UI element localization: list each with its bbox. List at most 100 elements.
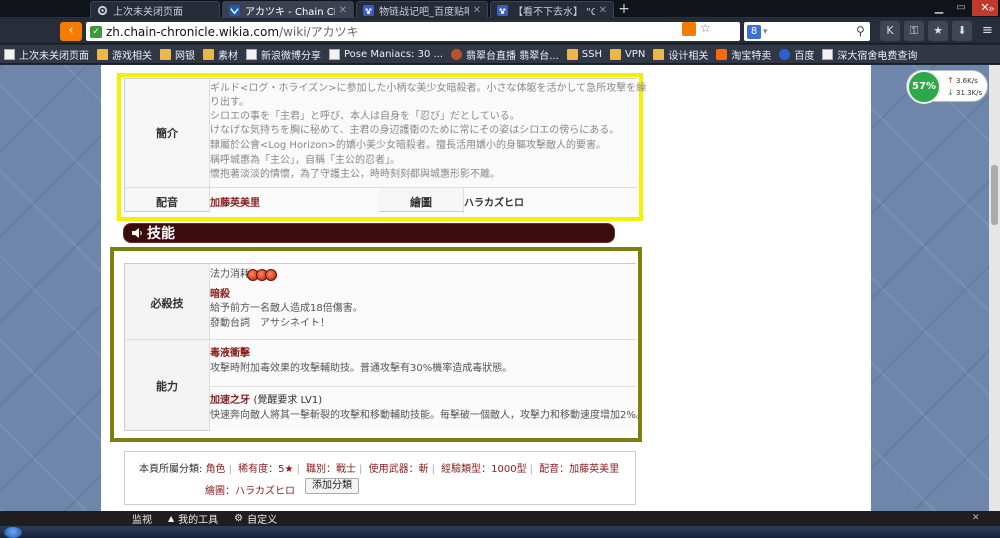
mana-cost-label: 法力消耗 xyxy=(210,269,250,280)
special-skill-desc: 給予前方一名敵人造成18倍傷害。 xyxy=(210,303,363,314)
voice-actor-link[interactable]: 加藤英美里 xyxy=(210,194,260,209)
search-engine-icon[interactable]: 8 xyxy=(747,24,761,39)
new-tab-button[interactable]: + xyxy=(617,2,631,16)
folder-icon xyxy=(653,48,665,60)
tieba-icon xyxy=(363,4,374,16)
bookmark-label: 百度 xyxy=(794,50,815,62)
voice-cell: 加藤英美里 xyxy=(209,188,379,213)
close-icon[interactable]: ✕ xyxy=(599,5,607,16)
toolbar-label: 自定义 xyxy=(247,515,278,526)
mana-cost-row: 法力消耗 xyxy=(210,268,277,281)
check-icon: ✓ xyxy=(90,25,102,38)
speaker-icon xyxy=(132,228,142,238)
folder-icon xyxy=(566,48,578,60)
minimize-button[interactable]: ▁ xyxy=(930,1,948,15)
art-label: 繪圖 xyxy=(410,196,432,209)
illustrator-name: ハラカズヒロ xyxy=(464,198,524,209)
extension-k-icon[interactable]: K xyxy=(880,21,900,41)
bookmark-item[interactable]: 设计相关 xyxy=(653,47,708,62)
start-button[interactable] xyxy=(4,527,22,538)
tab-label: 上次未关闭页面 xyxy=(113,6,183,18)
bookmark-label: 深大宿舍电费查询 xyxy=(837,50,918,62)
search-icon[interactable]: ⚲ xyxy=(856,24,865,38)
star-icon[interactable]: ★ xyxy=(928,21,948,41)
wikia-icon xyxy=(229,4,240,16)
intro-line: けなげな気持ちを胸に秘めて、主君の身辺護衛のために常にその姿はシロエの傍らにある… xyxy=(210,125,620,136)
bookmark-item[interactable]: 游戏相关 xyxy=(97,47,152,62)
tab-tieba[interactable]: 物链战记吧_百度贴吧 ✕ xyxy=(356,1,488,18)
upload-speed-value: 3.6K/s xyxy=(956,76,978,85)
folder-icon xyxy=(609,48,621,60)
scrollbar-thumb[interactable] xyxy=(991,165,998,225)
category-link[interactable]: 繪圖：ハラカズヒロ xyxy=(205,482,295,497)
bookmark-item[interactable]: 翡翠台直播 翡翠台... xyxy=(451,47,559,62)
bookmark-item[interactable]: 网银 xyxy=(160,47,195,62)
bookmark-item[interactable]: 素材 xyxy=(203,47,238,62)
scrollbar[interactable] xyxy=(989,65,1000,511)
url-text: zh.chain-chronicle.wikia.com/wiki/アカツキ xyxy=(106,23,359,40)
toolbar-customize[interactable]: ⚙ 自定义 xyxy=(234,511,277,526)
tab-akatsuki[interactable]: アカツキ - Chain Ch ✕ xyxy=(222,1,354,18)
category-link[interactable]: 配音：加藤英美里 xyxy=(539,464,619,475)
special-skill-quote: 發動台詞 アサシネイト！ xyxy=(210,318,330,329)
profile-table: 簡介 ギルド<ログ・ホライズン>に参加した小柄な美少女暗殺者。小さな体躯を活かし… xyxy=(124,78,646,213)
close-icon[interactable]: ✕ xyxy=(972,513,980,523)
bookmark-label: 素材 xyxy=(218,50,238,62)
category-box: 本頁所屬分類: 角色 | 稀有度：5★ | 職別：戰士 | 使用武器：斬 | 經驗類型：… xyxy=(124,451,636,505)
network-speed-widget[interactable]: 57% ↑ 3.6K/s ↓ 31.3K/s xyxy=(906,70,988,104)
add-category-button[interactable]: 添加分類 xyxy=(305,478,359,494)
tab-restore-session[interactable]: 上次未关闭页面 xyxy=(90,1,220,18)
bookmark-item[interactable]: 百度 xyxy=(779,47,814,62)
toolbar-watch[interactable]: 监视 xyxy=(132,511,152,526)
arrow-down-icon: ↓ xyxy=(947,88,954,97)
lock-icon[interactable]: ⚿ xyxy=(904,21,924,41)
download-icon[interactable]: ⬇ xyxy=(952,21,972,41)
bookmark-item[interactable]: VPN xyxy=(609,48,645,60)
bookmark-item[interactable]: 深大宿舍电费查询 xyxy=(822,47,917,62)
close-icon[interactable]: ✕ xyxy=(339,5,347,16)
chevron-down-icon[interactable]: ▾ xyxy=(763,27,768,37)
reader-icon[interactable] xyxy=(682,22,696,36)
close-icon[interactable]: ✕ xyxy=(473,5,481,16)
tab-label: アカツキ - Chain Ch xyxy=(245,6,335,18)
bookmark-item[interactable]: 淘宝特卖 xyxy=(716,47,771,62)
bookmark-item[interactable]: SSH xyxy=(566,48,602,60)
maximize-button[interactable]: ▭ xyxy=(952,1,970,15)
back-button[interactable]: ‹ xyxy=(60,22,82,41)
toolbar-label: 监视 xyxy=(132,515,152,526)
url-path: /wiki/アカツキ xyxy=(279,25,359,39)
baidu-icon xyxy=(779,48,791,60)
category-link[interactable]: 職別：戰士 xyxy=(306,464,356,475)
bookmark-star-icon[interactable]: ☆ xyxy=(700,21,711,35)
speed-gauge: 57% xyxy=(907,70,941,104)
ability2-desc: 快速奔向敵人將其一擊斬裂的攻擊和移動輔助技能。每擊破一個敵人，攻擊力和移動速度增… xyxy=(210,410,646,421)
tab-label: 【看不下去水】 "Ch xyxy=(513,6,595,18)
category-link[interactable]: 角色 xyxy=(206,464,226,475)
search-box[interactable]: 8 ▾ xyxy=(744,22,870,41)
bookmark-item[interactable]: 上次未关闭页面 xyxy=(4,47,89,62)
menu-icon[interactable]: ≡ xyxy=(982,23,993,38)
ability1-name: 毒液衝擊 xyxy=(210,348,250,359)
gear-icon: ⚙ xyxy=(234,513,244,524)
tieba-icon xyxy=(497,4,508,16)
bookmark-label: 新浪微博分享 xyxy=(261,50,321,62)
category-prefix: 本頁所屬分類: xyxy=(139,464,203,475)
category-link[interactable]: 使用武器：斬 xyxy=(369,464,429,475)
page-icon xyxy=(822,48,834,60)
category-link[interactable]: 稀有度：5★ xyxy=(238,464,293,475)
tab-tieba-thread[interactable]: 【看不下去水】 "Ch ✕ xyxy=(490,1,614,18)
intro-line: シロエの事を「主君」と呼び、本人は自身を「忍び」だとしている。 xyxy=(210,111,520,122)
category-line: 本頁所屬分類: 角色 | 稀有度：5★ | 職別：戰士 | 使用武器：斬 | 經驗類型：… xyxy=(139,464,620,475)
address-bar[interactable]: ✓ zh.chain-chronicle.wikia.com/wiki/アカツキ xyxy=(86,22,740,41)
bookmark-label: 淘宝特卖 xyxy=(731,50,772,62)
chevron-right-icon[interactable]: » xyxy=(988,2,995,15)
bookmark-label: 上次未关闭页面 xyxy=(19,50,89,62)
bookmark-item[interactable]: 新浪微博分享 xyxy=(246,47,321,62)
intro-line: 隸屬於公會<Log Horizon>的嬌小美少女暗殺者。擅長活用嬌小的身軀攻擊敵… xyxy=(210,140,607,151)
skills-title: 技能 xyxy=(147,226,175,242)
special-skill-label: 必殺技 xyxy=(150,297,184,310)
bookmark-item[interactable]: Pose Maniacs: 30 ... xyxy=(329,48,443,60)
category-link[interactable]: 經驗類型：1000型 xyxy=(441,464,526,475)
page-icon xyxy=(4,48,15,60)
toolbar-my-tools[interactable]: ▲ 我的工具 xyxy=(168,511,218,526)
